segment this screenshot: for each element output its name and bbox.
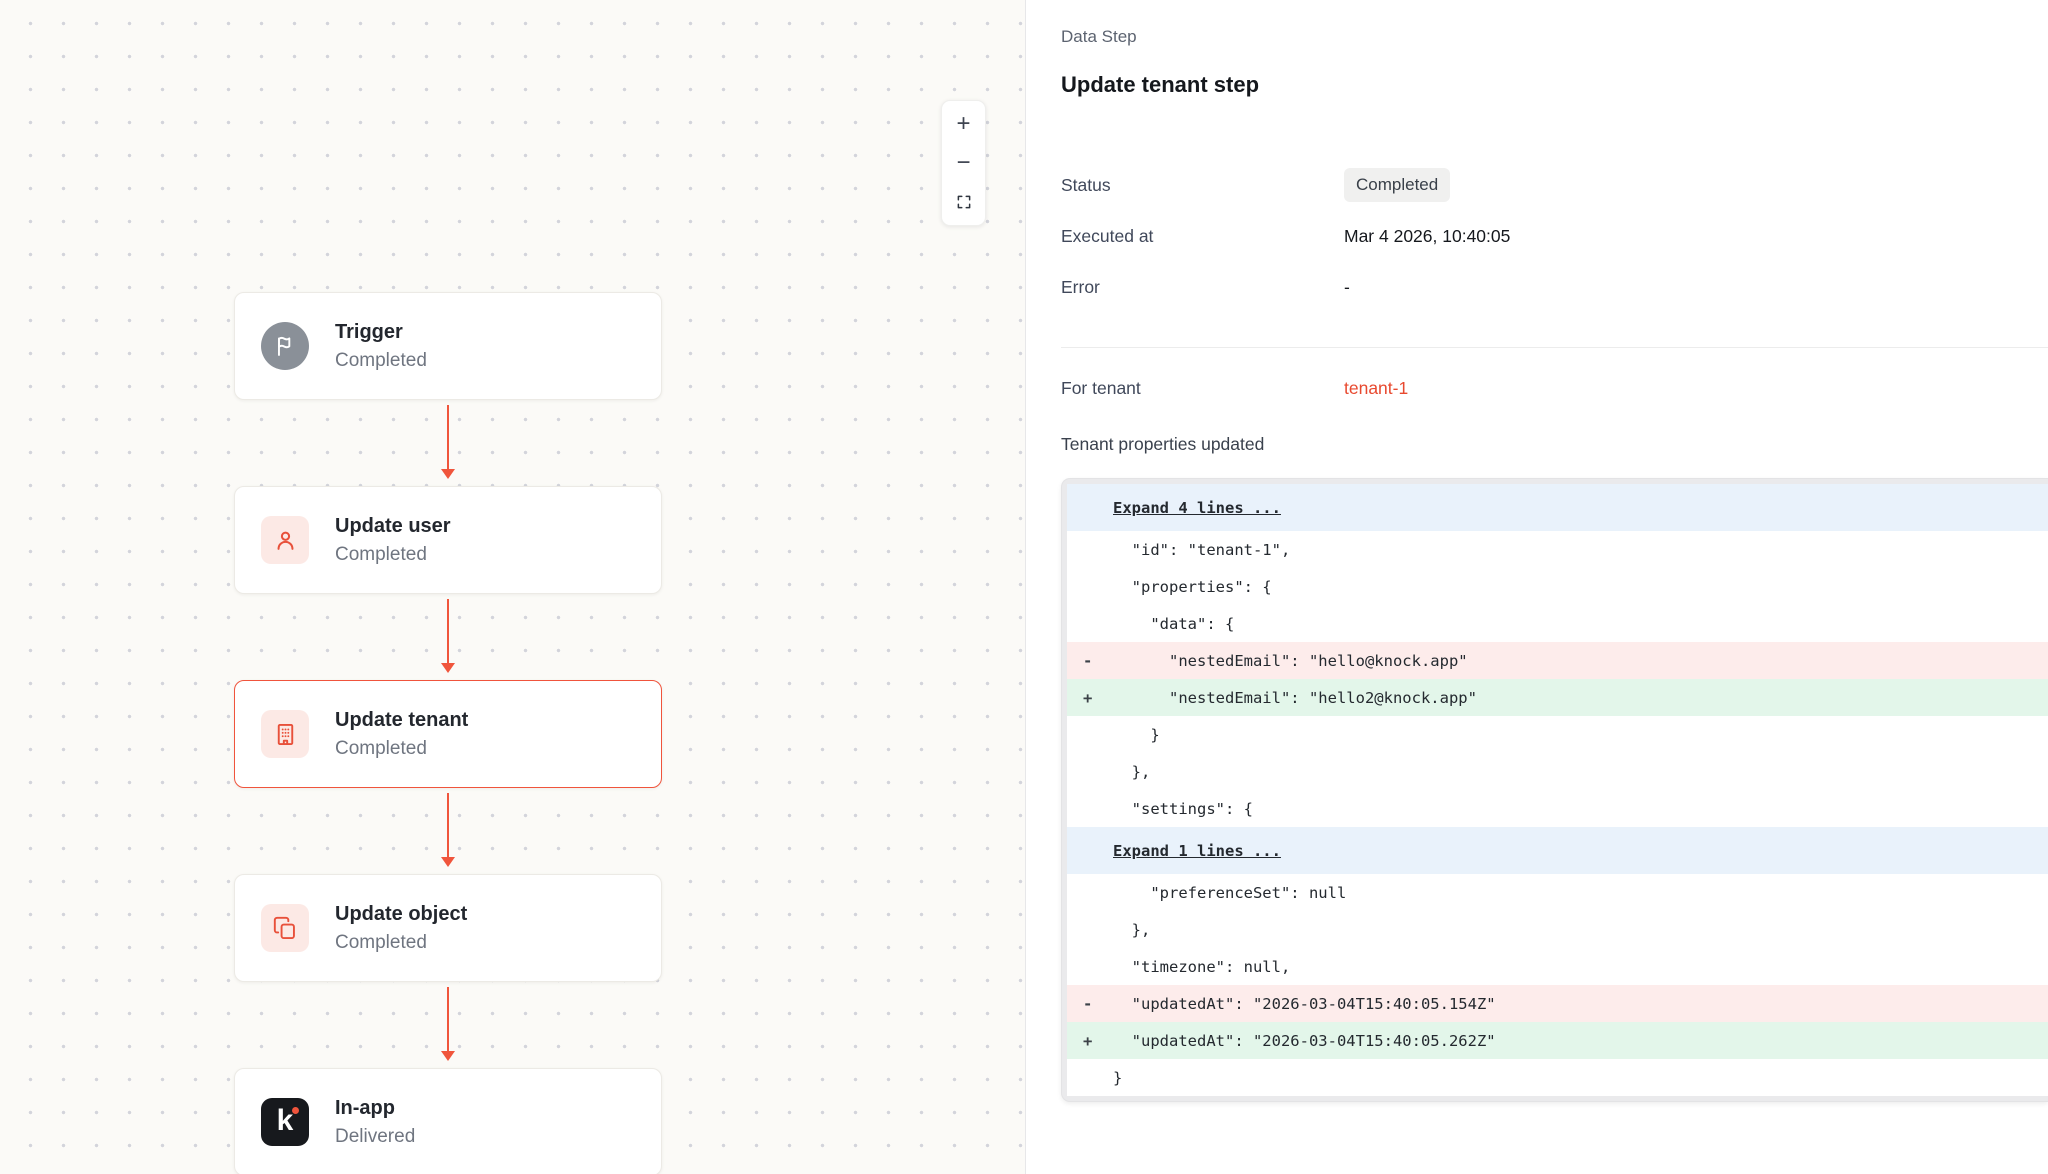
field-row-error: Error - [1061,268,2048,306]
diff-marker: - [1067,995,1113,1013]
node-title: Update object [335,903,467,926]
workflow-canvas[interactable]: + − Trigger Completed [0,0,1026,1174]
workflow-node-update-user[interactable]: Update user Completed [234,486,662,594]
flow-edge [234,594,662,680]
node-status: Delivered [335,1126,415,1148]
knock-icon: k [261,1098,309,1146]
zoom-out-button[interactable]: − [947,145,981,181]
flag-icon [261,322,309,370]
diff-expand-row: Expand 4 lines ... [1067,484,2048,531]
diff-line: "settings": { [1067,790,2048,827]
node-title: Update user [335,515,451,538]
workflow-node-update-tenant[interactable]: Update tenant Completed [234,680,662,788]
diff-expand-row: Expand 1 lines ... [1067,827,2048,874]
step-type-label: Data Step [1061,27,2048,47]
node-status: Completed [335,932,467,954]
section-divider [1061,347,2048,348]
flow-edge [234,400,662,486]
fit-view-icon [955,193,973,211]
workflow-node-trigger[interactable]: Trigger Completed [234,292,662,400]
node-title: Trigger [335,321,427,344]
tenant-properties-heading: Tenant properties updated [1061,434,2048,455]
zoom-in-button[interactable]: + [947,106,981,142]
fit-view-button[interactable] [947,184,981,220]
plus-icon: + [956,112,970,136]
executed-at-value: Mar 4 2026, 10:40:05 [1344,226,1510,247]
diff-line: "properties": { [1067,568,2048,605]
diff-line: } [1067,716,2048,753]
node-title: Update tenant [335,709,468,732]
copy-icon [261,904,309,952]
diff-line: + "nestedEmail": "hello2@knock.app" [1067,679,2048,716]
executed-at-label: Executed at [1061,226,1344,247]
diff-line: - "updatedAt": "2026-03-04T15:40:05.154Z… [1067,985,2048,1022]
step-fields: Status Completed Executed at Mar 4 2026,… [1061,166,2048,306]
flow-edge [234,982,662,1068]
diff-line: } [1067,1059,2048,1096]
minus-icon: − [956,151,970,175]
workflow-debugger-app: + − Trigger Completed [0,0,2048,1174]
error-value: - [1344,277,1350,298]
arrow-down-icon [441,663,455,673]
flow-edge [234,788,662,874]
expand-lines-link[interactable]: Expand 1 lines ... [1113,842,1281,860]
expand-lines-link[interactable]: Expand 4 lines ... [1113,499,1281,517]
diff-line: "data": { [1067,605,2048,642]
diff-line: }, [1067,753,2048,790]
diff-line: - "nestedEmail": "hello@knock.app" [1067,642,2048,679]
canvas-zoom-controls: + − [941,100,986,226]
status-badge: Completed [1344,168,1450,202]
arrow-down-icon [441,857,455,867]
building-icon [261,710,309,758]
workflow-node-in-app[interactable]: k In-app Delivered [234,1068,662,1174]
field-row-status: Status Completed [1061,166,2048,204]
arrow-down-icon [441,1051,455,1061]
field-row-for-tenant: For tenant tenant-1 [1061,369,2048,407]
workflow-flow: Trigger Completed Update user Completed … [234,292,662,1174]
diff-line: "preferenceSet": null [1067,874,2048,911]
arrow-down-icon [441,469,455,479]
diff-line: }, [1067,911,2048,948]
step-detail-panel: Data Step Update tenant step Status Comp… [1026,0,2048,1174]
diff-line: "timezone": null, [1067,948,2048,985]
diff-marker: + [1067,1032,1113,1050]
node-status: Completed [335,350,427,372]
diff-lines: Expand 4 lines ... "id": "tenant-1", "pr… [1067,484,2048,1096]
tenant-properties-diff-block: Expand 4 lines ... "id": "tenant-1", "pr… [1061,478,2048,1102]
node-status: Completed [335,738,468,760]
user-icon [261,516,309,564]
diff-marker: + [1067,689,1113,707]
field-row-executed-at: Executed at Mar 4 2026, 10:40:05 [1061,217,2048,255]
diff-line: "id": "tenant-1", [1067,531,2048,568]
page-title: Update tenant step [1061,72,2048,98]
knock-logo-letter: k [277,1106,294,1136]
diff-marker: - [1067,652,1113,670]
workflow-node-update-object[interactable]: Update object Completed [234,874,662,982]
diff-line: + "updatedAt": "2026-03-04T15:40:05.262Z… [1067,1022,2048,1059]
for-tenant-label: For tenant [1061,378,1344,399]
tenant-link[interactable]: tenant-1 [1344,378,1408,399]
node-title: In-app [335,1097,415,1120]
status-label: Status [1061,175,1344,196]
knock-logo-dot [292,1107,299,1114]
error-label: Error [1061,277,1344,298]
node-status: Completed [335,544,451,566]
